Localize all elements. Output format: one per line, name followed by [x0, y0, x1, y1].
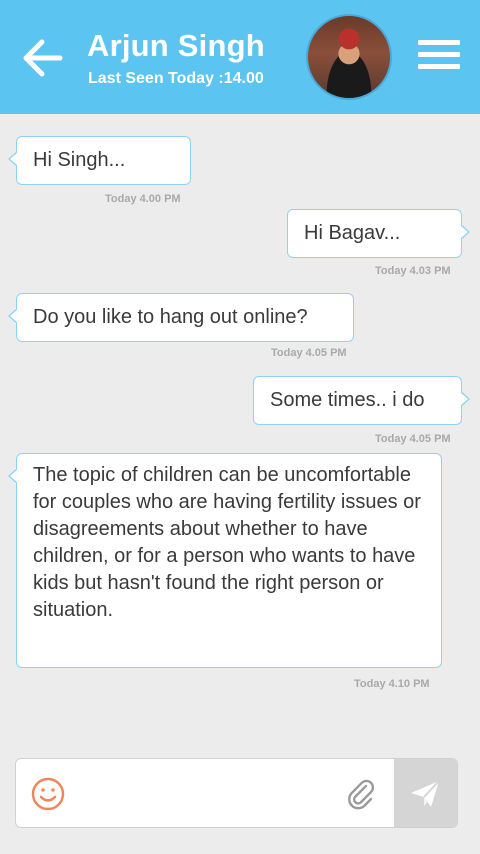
message-bubble-incoming: The topic of children can be uncomfortab… — [8, 453, 442, 668]
message-timestamp: Today 4.05 PM — [271, 347, 347, 359]
send-button[interactable] — [394, 759, 457, 827]
message-list[interactable]: Hi Singh... Today 4.00 PM Hi Bagav... To… — [0, 114, 480, 746]
paperclip-icon — [348, 779, 375, 810]
contact-name: Arjun Singh — [87, 28, 265, 63]
message-composer — [15, 758, 458, 828]
message-text: Some times.. i do — [270, 389, 425, 411]
message-bubble-outgoing: Hi Bagav... — [287, 209, 470, 258]
chat-header: Arjun Singh Last Seen Today :14.00 — [0, 0, 480, 114]
message-text: The topic of children can be uncomfortab… — [33, 464, 421, 621]
back-button[interactable] — [18, 34, 66, 82]
menu-button[interactable] — [418, 40, 460, 74]
emoji-button[interactable] — [30, 776, 66, 812]
message-text: Hi Bagav... — [304, 222, 401, 244]
message-bubble-outgoing: Some times.. i do — [253, 376, 470, 425]
message-bubble-incoming: Hi Singh... — [8, 136, 191, 185]
message-text: Hi Singh... — [33, 149, 126, 171]
message-text: Do you like to hang out online? — [33, 306, 308, 328]
attach-button[interactable] — [344, 777, 378, 811]
message-timestamp: Today 4.10 PM — [354, 678, 430, 690]
message-timestamp: Today 4.05 PM — [375, 433, 451, 445]
message-timestamp: Today 4.00 PM — [105, 193, 181, 205]
message-input[interactable] — [80, 773, 340, 815]
hamburger-menu-icon — [418, 40, 460, 45]
smiley-icon — [31, 777, 65, 811]
send-plane-icon — [411, 780, 440, 807]
message-bubble-incoming: Do you like to hang out online? — [8, 293, 354, 342]
last-seen-status: Last Seen Today :14.00 — [88, 70, 264, 87]
contact-avatar[interactable] — [306, 14, 392, 100]
message-timestamp: Today 4.03 PM — [375, 265, 451, 277]
back-arrow-icon — [23, 39, 63, 77]
